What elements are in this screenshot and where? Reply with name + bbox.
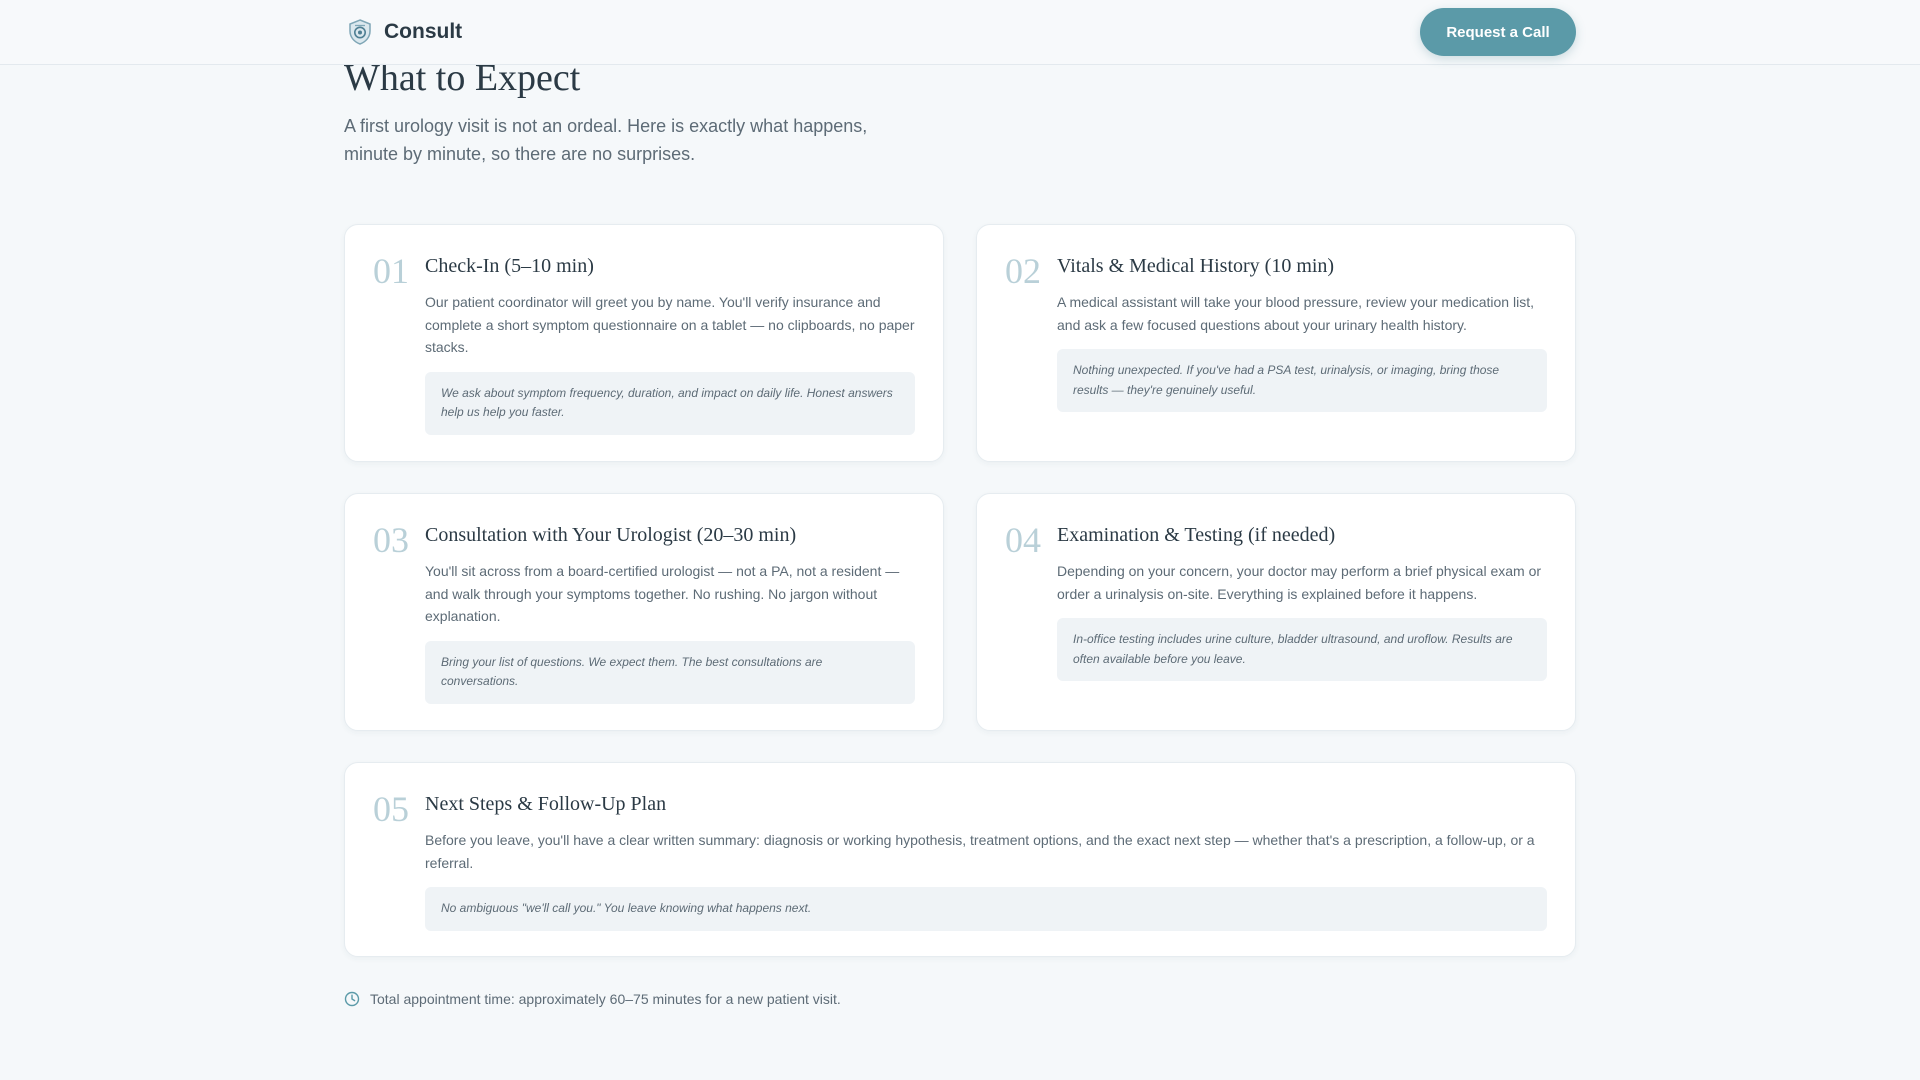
- site-header: Consult Request a Call: [0, 0, 1920, 65]
- clock-icon: [344, 991, 360, 1007]
- brand[interactable]: Consult: [346, 18, 462, 46]
- step-description: Before you leave, you'll have a clear wr…: [425, 832, 1535, 871]
- step-number: 04: [1005, 520, 1041, 560]
- step-title: Consultation with Your Urologist (20–30 …: [425, 524, 797, 546]
- step-card-5: 05 Next Steps & Follow-Up Plan Before yo…: [344, 762, 1576, 957]
- brand-name: Consult: [384, 20, 463, 43]
- step-title: Check-In (5–10 min): [425, 255, 594, 277]
- step-number: 05: [373, 789, 409, 829]
- step-note: We ask about symptom frequency, duration…: [425, 371, 915, 435]
- step-note: In-office testing includes urine culture…: [1057, 618, 1547, 681]
- step-description: Our patient coordinator will greet you b…: [425, 294, 915, 355]
- step-title: Next Steps & Follow-Up Plan: [425, 793, 667, 815]
- step-card-4: 04 Examination & Testing (if needed) Dep…: [976, 493, 1576, 731]
- step-title: Examination & Testing (if needed): [1057, 524, 1336, 546]
- step-card-1: 01 Check-In (5–10 min) Our patient coord…: [344, 224, 944, 462]
- step-card-3: 03 Consultation with Your Urologist (20–…: [344, 493, 944, 731]
- step-description: You'll sit across from a board-certified…: [425, 563, 900, 624]
- step-number: 02: [1005, 251, 1041, 291]
- shield-logo-icon: [349, 19, 371, 45]
- step-card-2: 02 Vitals & Medical History (10 min) A m…: [976, 224, 1576, 462]
- step-title: Vitals & Medical History (10 min): [1057, 255, 1335, 277]
- total-time-note: Total appointment time: approximately 60…: [344, 991, 841, 1007]
- step-description: Depending on your concern, your doctor m…: [1057, 563, 1542, 602]
- intro-text: A first urology visit is not an ordeal. …: [344, 116, 868, 164]
- step-description: A medical assistant will take your blood…: [1057, 294, 1534, 333]
- step-note: Bring your list of questions. We expect …: [425, 640, 915, 704]
- total-time-text: Total appointment time: approximately 60…: [370, 991, 841, 1007]
- step-note: Nothing unexpected. If you've had a PSA …: [1057, 349, 1547, 412]
- step-number: 01: [373, 251, 409, 291]
- request-call-button[interactable]: Request a Call: [1420, 8, 1576, 56]
- step-note: No ambiguous "we'll call you." You leave…: [425, 887, 1547, 931]
- step-number: 03: [373, 520, 409, 560]
